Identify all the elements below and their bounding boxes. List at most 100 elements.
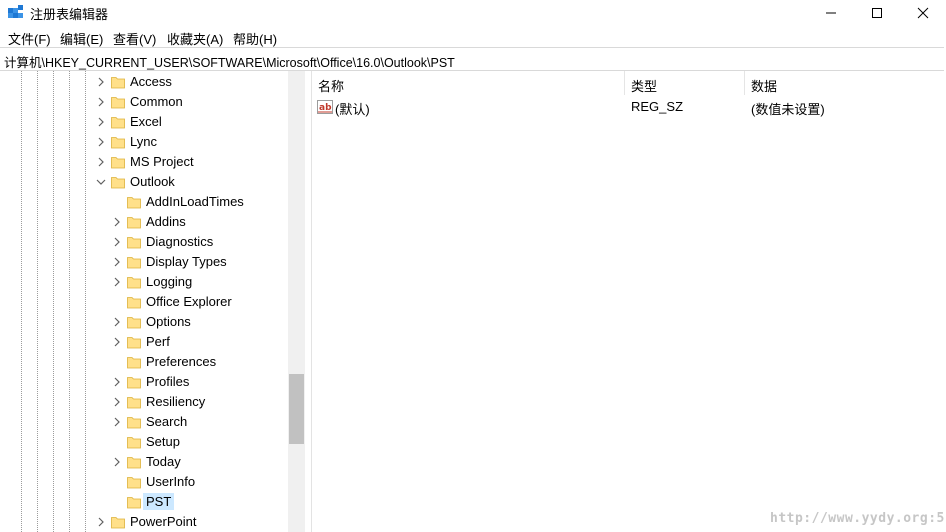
tree-item[interactable]: Access xyxy=(0,72,280,92)
column-header-label: 名称 xyxy=(318,79,345,94)
menu-file[interactable]: 文件(F) xyxy=(8,29,51,48)
tree-item-label: Outlook xyxy=(130,174,175,189)
tree-item[interactable]: Diagnostics xyxy=(0,232,280,252)
chevron-right-icon[interactable] xyxy=(95,136,107,148)
tree-item-label: Resiliency xyxy=(146,394,206,409)
folder-icon xyxy=(127,417,141,429)
minimize-button[interactable] xyxy=(808,0,854,25)
tree-item-label: UserInfo xyxy=(146,474,196,489)
tree-item[interactable]: Resiliency xyxy=(0,392,280,412)
chevron-right-icon[interactable] xyxy=(111,236,123,248)
tree-item[interactable]: PST xyxy=(0,492,280,512)
tree-item-label: Setup xyxy=(146,434,180,449)
tree-item-label: Perf xyxy=(146,334,170,349)
folder-icon xyxy=(111,77,125,89)
chevron-right-icon[interactable] xyxy=(95,156,107,168)
tree-item-label: Logging xyxy=(146,274,193,289)
tree-item-label: Access xyxy=(130,74,172,89)
chevron-right-icon[interactable] xyxy=(111,456,123,468)
tree-item[interactable]: Display Types xyxy=(0,252,280,272)
chevron-right-icon[interactable] xyxy=(111,376,123,388)
tree-item[interactable]: Excel xyxy=(0,112,280,132)
folder-icon xyxy=(127,357,141,369)
tree-item[interactable]: Options xyxy=(0,312,280,332)
column-header-data[interactable]: 数据 xyxy=(745,71,945,95)
tree-item[interactable]: Lync xyxy=(0,132,280,152)
tree-item[interactable]: Logging xyxy=(0,272,280,292)
chevron-right-icon[interactable] xyxy=(111,336,123,348)
value-data: (数值未设置) xyxy=(751,102,825,117)
value-type: REG_SZ xyxy=(631,99,684,114)
tree-item[interactable]: Perf xyxy=(0,332,280,352)
tree-item-label: Search xyxy=(146,414,188,429)
folder-icon xyxy=(127,337,141,349)
column-header-type[interactable]: 类型 xyxy=(625,71,745,95)
tree-item[interactable]: Search xyxy=(0,412,280,432)
folder-icon xyxy=(127,297,141,309)
folder-icon xyxy=(111,97,125,109)
chevron-right-icon[interactable] xyxy=(111,216,123,228)
menu-bar: 文件(F) 编辑(E) 查看(V) 收藏夹(A) 帮助(H) xyxy=(0,27,946,47)
chevron-right-icon[interactable] xyxy=(111,396,123,408)
menu-view[interactable]: 查看(V) xyxy=(113,29,156,48)
folder-icon xyxy=(127,257,141,269)
tree-item[interactable]: AddInLoadTimes xyxy=(0,192,280,212)
registry-editor-icon xyxy=(8,5,23,18)
menu-edit[interactable]: 编辑(E) xyxy=(60,29,103,48)
chevron-right-icon[interactable] xyxy=(95,96,107,108)
tree-item-label: Today xyxy=(146,454,181,469)
tree-item[interactable]: Today xyxy=(0,452,280,472)
tree-item[interactable]: Addins xyxy=(0,212,280,232)
address-path: 计算机\HKEY_CURRENT_USER\SOFTWARE\Microsoft… xyxy=(4,56,455,70)
chevron-right-icon[interactable] xyxy=(111,416,123,428)
column-header-name[interactable]: 名称 xyxy=(312,71,624,95)
tree-pane[interactable]: Access Common Excel Lync MS Project Outlook Ad… xyxy=(0,71,306,532)
tree-item-label: Lync xyxy=(130,134,157,149)
tree-item[interactable]: Common xyxy=(0,92,280,112)
tree-item-label: Excel xyxy=(130,114,162,129)
chevron-right-icon[interactable] xyxy=(95,516,107,528)
tree-item[interactable]: UserInfo xyxy=(0,472,280,492)
tree-item-label: Profiles xyxy=(146,374,190,389)
tree-scrollbar-thumb[interactable] xyxy=(289,374,304,444)
tree-item-label: Options xyxy=(146,314,191,329)
watermark: http://www.yydy.org:5 xyxy=(770,511,945,526)
minimize-icon xyxy=(826,12,836,13)
title-bar: 注册表编辑器 xyxy=(0,0,946,25)
folder-icon xyxy=(127,277,141,289)
address-bar[interactable]: 计算机\HKEY_CURRENT_USER\SOFTWARE\Microsoft… xyxy=(0,47,944,71)
values-pane[interactable]: 名称 类型 数据 ab (默认) REG_SZ (数值未设置) xyxy=(312,71,946,532)
tree-item-label: PST xyxy=(143,493,175,510)
tree-item[interactable]: Office Explorer xyxy=(0,292,280,312)
close-button[interactable] xyxy=(900,0,946,25)
chevron-right-icon[interactable] xyxy=(111,276,123,288)
chevron-right-icon[interactable] xyxy=(95,116,107,128)
maximize-button[interactable] xyxy=(854,0,900,25)
folder-icon xyxy=(127,317,141,329)
chevron-down-icon[interactable] xyxy=(95,176,107,188)
folder-icon xyxy=(127,437,141,449)
folder-icon xyxy=(127,477,141,489)
value-name: (默认) xyxy=(335,102,370,117)
tree-item-label: Addins xyxy=(146,214,186,229)
folder-icon xyxy=(127,377,141,389)
chevron-right-icon[interactable] xyxy=(95,76,107,88)
tree-scrollbar[interactable] xyxy=(288,71,305,532)
tree-item[interactable]: PowerPoint xyxy=(0,512,280,532)
tree-item-label: Office Explorer xyxy=(146,294,232,309)
tree-item-label: AddInLoadTimes xyxy=(146,194,244,209)
tree-item[interactable]: Setup xyxy=(0,432,280,452)
value-row[interactable]: ab (默认) REG_SZ (数值未设置) xyxy=(312,96,946,118)
tree-item[interactable]: Outlook xyxy=(0,172,280,192)
tree-item-label: Common xyxy=(130,94,183,109)
menu-favorites[interactable]: 收藏夹(A) xyxy=(167,29,223,48)
chevron-right-icon[interactable] xyxy=(111,316,123,328)
menu-help[interactable]: 帮助(H) xyxy=(233,29,277,48)
tree-item[interactable]: MS Project xyxy=(0,152,280,172)
folder-icon xyxy=(127,457,141,469)
chevron-right-icon[interactable] xyxy=(111,256,123,268)
tree-item-label: Preferences xyxy=(146,354,217,369)
tree-item[interactable]: Preferences xyxy=(0,352,280,372)
tree-item[interactable]: Profiles xyxy=(0,372,280,392)
tree-item-label: Diagnostics xyxy=(146,234,214,249)
